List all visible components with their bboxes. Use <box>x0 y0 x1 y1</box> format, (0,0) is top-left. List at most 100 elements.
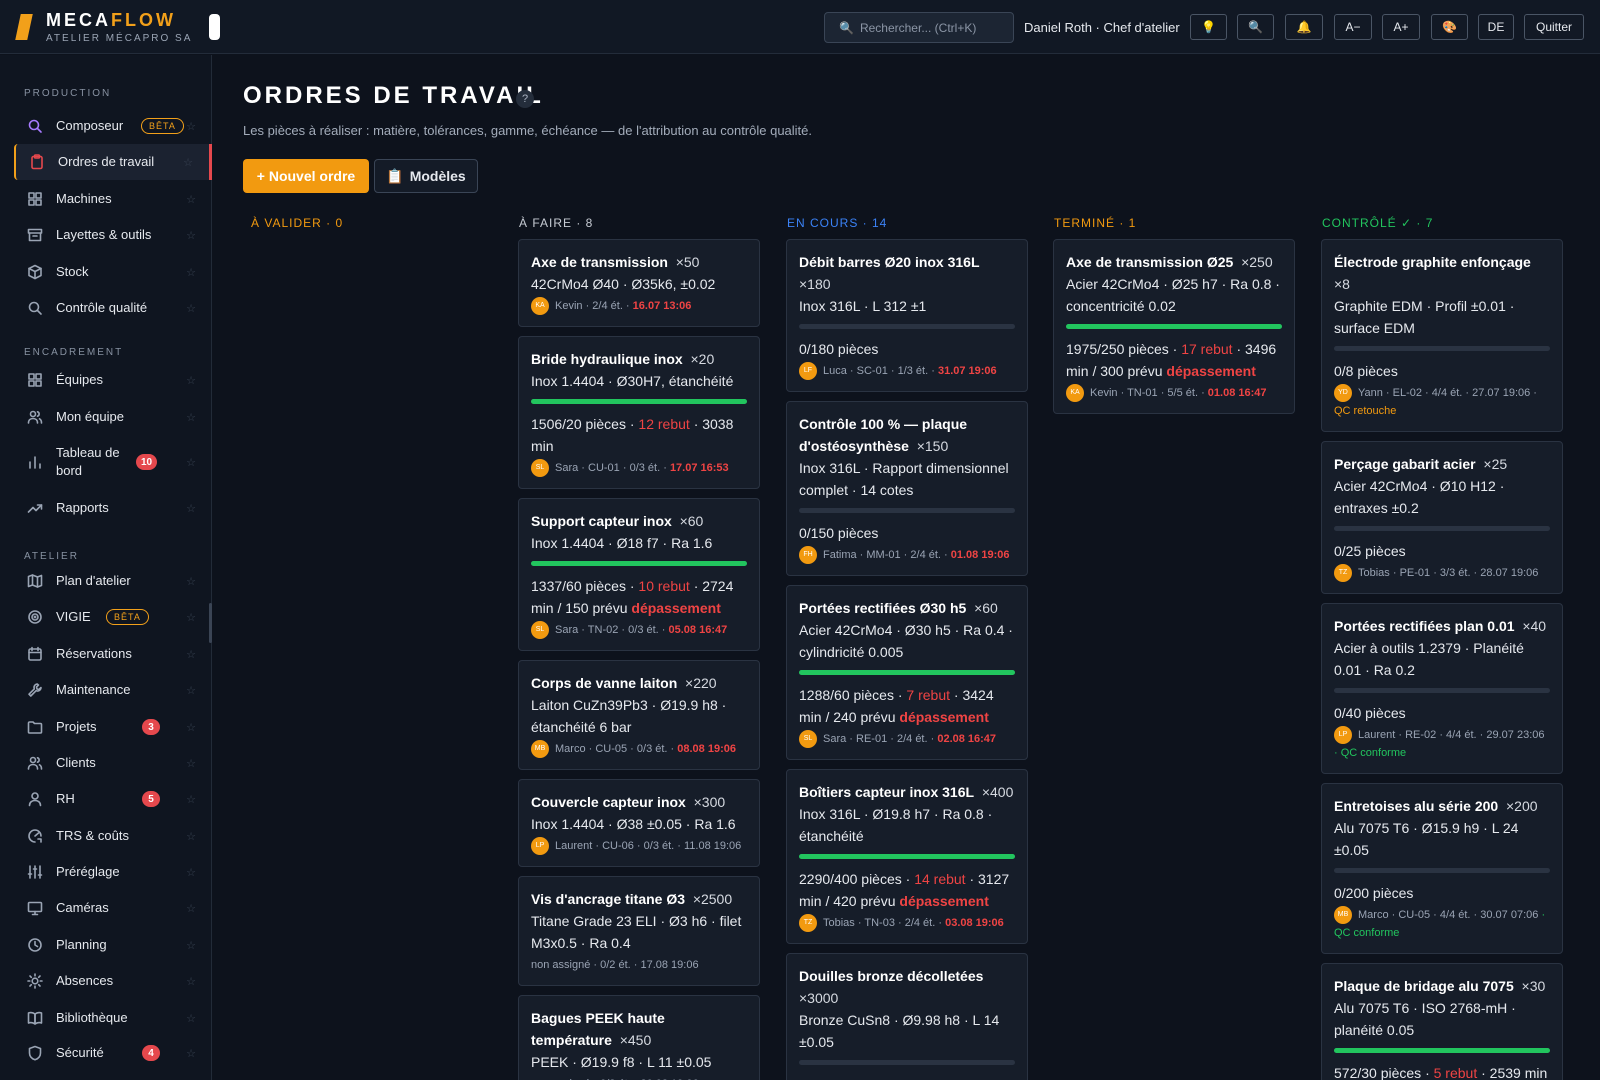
work-order-card[interactable]: Bride hydraulique inox ×20 Inox 1.4404 · … <box>518 336 760 490</box>
avatar: SL <box>531 621 549 640</box>
work-order-card[interactable]: Douilles bronze décolletées ×3000 Bronze … <box>786 953 1028 1080</box>
star-icon[interactable]: ☆ <box>186 120 196 133</box>
star-icon[interactable]: ☆ <box>186 684 196 697</box>
work-order-card[interactable]: Axe de transmission ×50 42CrMo4 Ø40 · Ø35… <box>518 239 760 328</box>
logout-button[interactable]: Quitter <box>1524 14 1584 40</box>
star-icon[interactable]: ☆ <box>186 866 196 879</box>
card-meta: LF Luca · SC-01 · 1/3 ét. · 31.07 19:06 <box>799 362 1015 381</box>
sidebar-item-planning[interactable]: Planning ☆ <box>14 927 212 963</box>
work-order-card[interactable]: Couvercle capteur inox ×300 Inox 1.4404 ·… <box>518 779 760 868</box>
star-icon[interactable]: ☆ <box>186 575 196 588</box>
sidebar-toggle[interactable] <box>209 14 220 40</box>
due-date: 08.08 19:06 <box>677 743 736 755</box>
sidebar-scrollbar[interactable] <box>209 603 212 643</box>
new-order-button[interactable]: + Nouvel ordre <box>243 159 369 193</box>
star-icon[interactable]: ☆ <box>186 793 196 806</box>
sidebar-item-rh[interactable]: RH ☆ 5 <box>14 781 212 817</box>
sidebar-item-securite[interactable]: Sécurité ☆ 4 <box>14 1035 212 1071</box>
work-order-card[interactable]: Bagues PEEK haute température ×450 PEEK ·… <box>518 995 760 1080</box>
sidebar-item-controle-qualite[interactable]: Contrôle qualité ☆ <box>14 290 212 326</box>
sidebar-item-bibliotheque[interactable]: Bibliothèque ☆ <box>14 1000 212 1036</box>
sidebar-item-tableau-de-bord[interactable]: Tableau de bord ☆ 10 <box>14 444 212 480</box>
work-order-card[interactable]: Portées rectifiées Ø30 h5 ×60 Acier 42CrM… <box>786 585 1028 761</box>
sidebar-item-equipes[interactable]: Équipes ☆ <box>14 362 212 398</box>
star-icon[interactable]: ☆ <box>186 648 196 661</box>
sidebar-item-absences[interactable]: Absences ☆ <box>14 963 212 999</box>
sidebar-item-composeur[interactable]: Composeur ☆ BÊTA <box>14 108 212 144</box>
sidebar-item-machines[interactable]: Machines ☆ <box>14 181 212 217</box>
work-order-card[interactable]: Électrode graphite enfonçage ×8 Graphite … <box>1321 239 1563 433</box>
card-progress: 0/8 pièces <box>1334 363 1398 379</box>
avatar: LP <box>531 837 549 856</box>
star-icon[interactable]: ☆ <box>186 830 196 843</box>
language-button[interactable]: DE <box>1478 14 1514 40</box>
work-order-card[interactable]: Plaque de bridage alu 7075 ×30 Alu 7075 T… <box>1321 963 1563 1080</box>
card-meta: KA Kevin · 2/4 ét. · 16.07 13:06 <box>531 297 747 316</box>
star-icon[interactable]: ☆ <box>186 975 196 988</box>
card-progress: 0/200 pièces <box>1334 885 1414 901</box>
notifications-button[interactable]: 🔔 <box>1285 14 1323 40</box>
sidebar-item-vigie[interactable]: VIGIE ☆ BÊTA <box>14 599 212 635</box>
star-icon[interactable]: ☆ <box>186 939 196 952</box>
theme-button[interactable]: 🎨 <box>1431 14 1468 40</box>
card-quantity: ×150 <box>916 438 949 454</box>
sidebar-item-mon-equipe[interactable]: Mon équipe ☆ <box>14 399 212 435</box>
star-icon[interactable]: ☆ <box>186 302 196 315</box>
due-date: 05.08 16:47 <box>668 624 728 636</box>
search-button[interactable]: 🔍 <box>1237 14 1274 40</box>
star-icon[interactable]: ☆ <box>186 229 196 242</box>
star-icon[interactable]: ☆ <box>186 502 196 515</box>
sidebar-item-clients[interactable]: Clients ☆ <box>14 745 212 781</box>
star-icon[interactable]: ☆ <box>186 611 196 624</box>
card-quantity: ×8 <box>1334 276 1350 292</box>
card-title: Axe de transmission Ø25 ×250 <box>1066 254 1273 270</box>
composer-icon <box>26 117 44 135</box>
star-icon[interactable]: ☆ <box>186 1047 196 1060</box>
star-icon[interactable]: ☆ <box>183 156 193 169</box>
card-quantity: ×60 <box>679 513 704 529</box>
card-progress: 0/180 pièces <box>799 341 879 357</box>
brand[interactable]: MECAFLOW ATELIER MÉCAPRO SA <box>46 10 192 44</box>
work-order-card[interactable]: Entretoises alu série 200 ×200 Alu 7075 T… <box>1321 783 1563 955</box>
sidebar-item-projets[interactable]: Projets ☆ 3 <box>14 709 212 745</box>
star-icon[interactable]: ☆ <box>186 456 196 469</box>
card-title: Support capteur inox ×60 <box>531 513 704 529</box>
box-icon <box>26 263 44 281</box>
work-order-card[interactable]: Portées rectifiées plan 0.01 ×40 Acier à … <box>1321 603 1563 775</box>
work-order-card[interactable]: Débit barres Ø20 inox 316L ×180 Inox 316L… <box>786 239 1028 393</box>
font-increase-button[interactable]: A+ <box>1382 14 1420 40</box>
work-order-card[interactable]: Contrôle 100 % — plaque d'ostéosynthèse … <box>786 401 1028 577</box>
drawer-icon <box>26 226 44 244</box>
templates-button[interactable]: 📋 Modèles <box>374 159 478 193</box>
star-icon[interactable]: ☆ <box>186 374 196 387</box>
sidebar-item-layettes-outils[interactable]: Layettes & outils ☆ <box>14 217 212 253</box>
sidebar-item-stock[interactable]: Stock ☆ <box>14 254 212 290</box>
work-order-card[interactable]: Corps de vanne laiton ×220 Laiton CuZn39P… <box>518 660 760 771</box>
star-icon[interactable]: ☆ <box>186 266 196 279</box>
star-icon[interactable]: ☆ <box>186 757 196 770</box>
sidebar-item-trs-couts[interactable]: TRS & coûts ☆ <box>14 818 212 854</box>
work-order-card[interactable]: Vis d'ancrage titane Ø3 ×2500 Titane Grad… <box>518 876 760 986</box>
font-decrease-button[interactable]: A− <box>1334 14 1372 40</box>
brand-name: MECAFLOW <box>46 10 176 30</box>
work-order-card[interactable]: Axe de transmission Ø25 ×250 Acier 42CrMo… <box>1053 239 1295 415</box>
sidebar-item-maintenance[interactable]: Maintenance ☆ <box>14 672 212 708</box>
sidebar-item-reservations[interactable]: Réservations ☆ <box>14 636 212 672</box>
sidebar-item-plan-d-atelier[interactable]: Plan d'atelier ☆ <box>14 563 212 599</box>
sidebar-item-label: Absences <box>56 973 114 988</box>
work-order-card[interactable]: Perçage gabarit acier ×25 Acier 42CrMo4 ·… <box>1321 441 1563 595</box>
sidebar-item-ordres-de-travail[interactable]: Ordres de travail ☆ <box>14 144 212 180</box>
star-icon[interactable]: ☆ <box>186 1012 196 1025</box>
star-icon[interactable]: ☆ <box>186 411 196 424</box>
star-icon[interactable]: ☆ <box>186 193 196 206</box>
sidebar-item-rapports[interactable]: Rapports ☆ <box>14 490 212 526</box>
help-icon[interactable]: ? <box>516 90 534 108</box>
star-icon[interactable]: ☆ <box>186 902 196 915</box>
sidebar-item-prereglage[interactable]: Préréglage ☆ <box>14 854 212 890</box>
search-input[interactable]: 🔍 Rechercher... (Ctrl+K) <box>824 12 1014 43</box>
sidebar-item-cameras[interactable]: Caméras ☆ <box>14 890 212 926</box>
work-order-card[interactable]: Support capteur inox ×60 Inox 1.4404 · Ø1… <box>518 498 760 652</box>
tips-button[interactable]: 💡 <box>1190 14 1227 40</box>
star-icon[interactable]: ☆ <box>186 721 196 734</box>
work-order-card[interactable]: Boîtiers capteur inox 316L ×400 Inox 316L… <box>786 769 1028 945</box>
